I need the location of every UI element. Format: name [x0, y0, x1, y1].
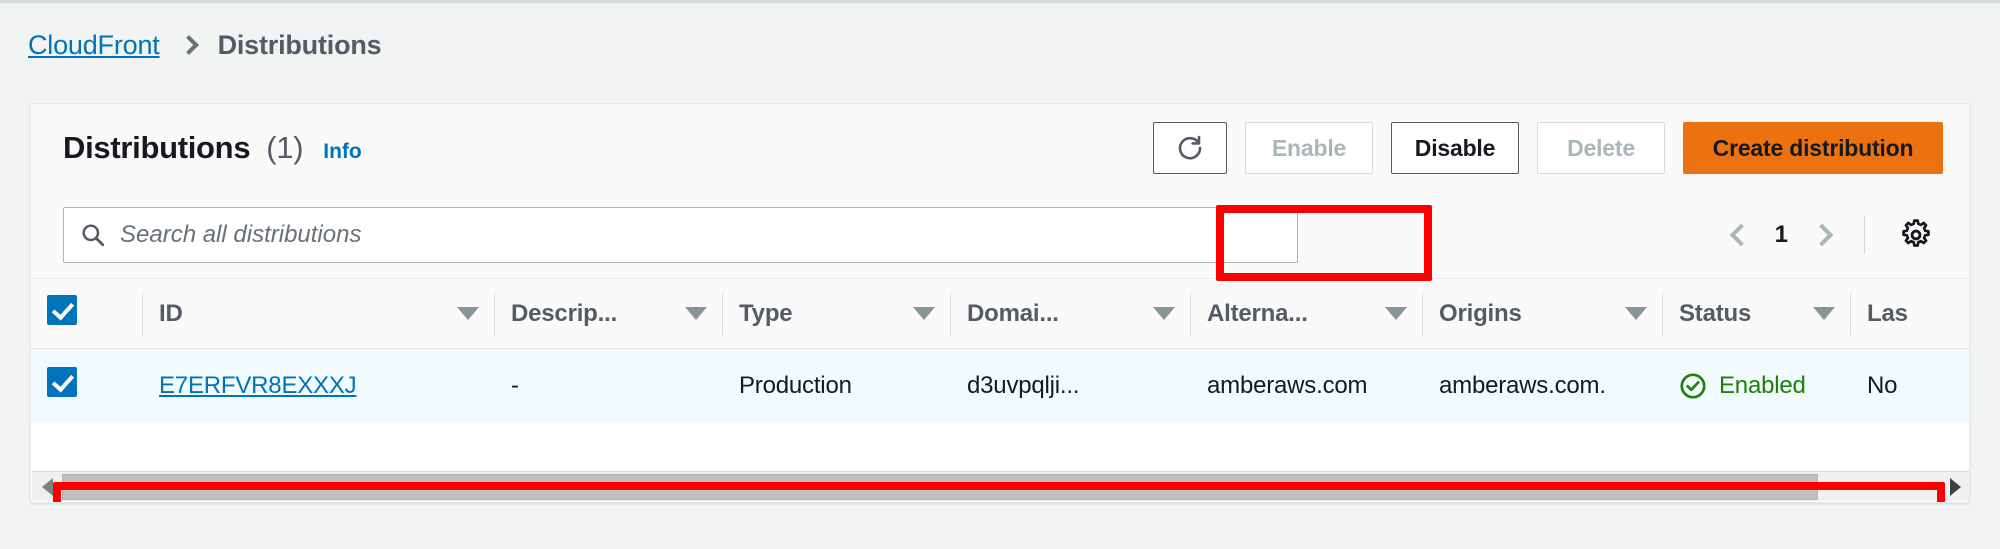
column-label: Las: [1867, 299, 1908, 327]
select-all-checkbox[interactable]: [47, 295, 77, 325]
distribution-count: (1): [266, 130, 304, 165]
row-select-cell: [31, 348, 143, 423]
cell-domain: d3uvpqlji...: [951, 348, 1191, 423]
cell-alternate-domain: amberaws.com: [1191, 348, 1423, 423]
scrollbar-thumb[interactable]: [62, 473, 1818, 500]
column-label: Descrip...: [511, 299, 618, 327]
chevron-right-icon[interactable]: [1810, 223, 1834, 247]
scrollbar-track[interactable]: [62, 472, 1940, 501]
select-all-header: [31, 278, 143, 349]
distributions-table-wrapper: ID Descrip... Type Domai... Alterna... O…: [31, 278, 1969, 423]
sort-icon[interactable]: [1813, 307, 1835, 320]
panel-header: Distributions (1) Info Enable Disable De…: [31, 104, 1969, 192]
search-icon: [82, 224, 105, 247]
cell-origins: amberaws.com.: [1423, 348, 1663, 423]
triangle-right-icon: [1949, 477, 1961, 496]
column-label: Status: [1679, 299, 1752, 327]
sort-icon[interactable]: [685, 307, 707, 320]
sort-icon[interactable]: [1385, 307, 1407, 320]
column-header-type[interactable]: Type: [723, 278, 951, 349]
search-input[interactable]: [120, 221, 1281, 249]
column-header-last-modified[interactable]: Las: [1851, 278, 1969, 349]
horizontal-scrollbar[interactable]: [32, 471, 1969, 501]
enable-button[interactable]: Enable: [1245, 122, 1373, 174]
panel-title-group: Distributions (1) Info: [63, 130, 362, 166]
column-label: Domai...: [967, 299, 1059, 327]
column-header-origins[interactable]: Origins: [1423, 278, 1663, 349]
column-header-alternate-domain[interactable]: Alterna...: [1191, 278, 1423, 349]
divider: [1864, 216, 1865, 254]
column-header-status[interactable]: Status: [1663, 278, 1851, 349]
column-header-domain[interactable]: Domai...: [951, 278, 1191, 349]
cell-description: -: [495, 348, 723, 423]
gear-icon[interactable]: [1899, 218, 1933, 252]
scroll-right-button[interactable]: [1940, 472, 1969, 501]
cloudfront-distributions-page: CloudFront Distributions Distributions (…: [0, 0, 2000, 549]
info-link[interactable]: Info: [323, 140, 361, 164]
check-circle-icon: [1680, 373, 1706, 399]
sort-icon[interactable]: [1625, 307, 1647, 320]
column-label: ID: [159, 299, 183, 327]
table-header-row: ID Descrip... Type Domai... Alterna... O…: [31, 278, 1969, 349]
chevron-left-icon[interactable]: [1729, 223, 1752, 247]
current-page-number[interactable]: 1: [1775, 221, 1788, 249]
refresh-button[interactable]: [1153, 122, 1227, 174]
delete-button[interactable]: Delete: [1537, 122, 1665, 174]
refresh-icon: [1178, 135, 1202, 160]
cell-id: E7ERFVR8EXXXJ: [143, 348, 495, 423]
breadcrumb: CloudFront Distributions: [0, 3, 2000, 87]
toolbar-actions: Enable Disable Delete Create distributio…: [1153, 122, 1943, 174]
create-distribution-button[interactable]: Create distribution: [1683, 122, 1943, 174]
scroll-left-button[interactable]: [32, 472, 62, 501]
search-box[interactable]: [63, 207, 1298, 263]
column-label: Alterna...: [1207, 299, 1308, 327]
disable-button[interactable]: Disable: [1391, 122, 1519, 174]
cell-status: Enabled: [1663, 348, 1851, 423]
status-badge: Enabled: [1719, 371, 1806, 399]
sort-icon[interactable]: [457, 307, 479, 320]
page-title: Distributions: [63, 130, 251, 165]
distribution-id-link[interactable]: E7ERFVR8EXXXJ: [159, 372, 357, 399]
chevron-right-icon: [178, 35, 199, 55]
row-checkbox[interactable]: [47, 367, 77, 398]
cell-last-modified: No: [1851, 348, 1969, 423]
distributions-table: ID Descrip... Type Domai... Alterna... O…: [31, 278, 1969, 423]
cell-type: Production: [723, 348, 951, 423]
sort-icon[interactable]: [1153, 307, 1175, 320]
sort-icon[interactable]: [913, 307, 935, 320]
column-label: Origins: [1439, 299, 1522, 327]
column-label: Type: [739, 299, 793, 327]
breadcrumb-current-distributions: Distributions: [217, 29, 382, 60]
pagination: 1: [1729, 216, 1943, 254]
table-row[interactable]: E7ERFVR8EXXXJ - Production d3uvpqlji... …: [31, 348, 1969, 423]
distributions-panel: Distributions (1) Info Enable Disable De…: [30, 103, 1970, 503]
column-header-id[interactable]: ID: [143, 278, 495, 349]
table-filter-row: 1: [31, 192, 1969, 278]
column-header-description[interactable]: Descrip...: [495, 278, 723, 349]
triangle-left-icon: [41, 477, 53, 496]
breadcrumb-link-cloudfront[interactable]: CloudFront: [28, 30, 160, 61]
